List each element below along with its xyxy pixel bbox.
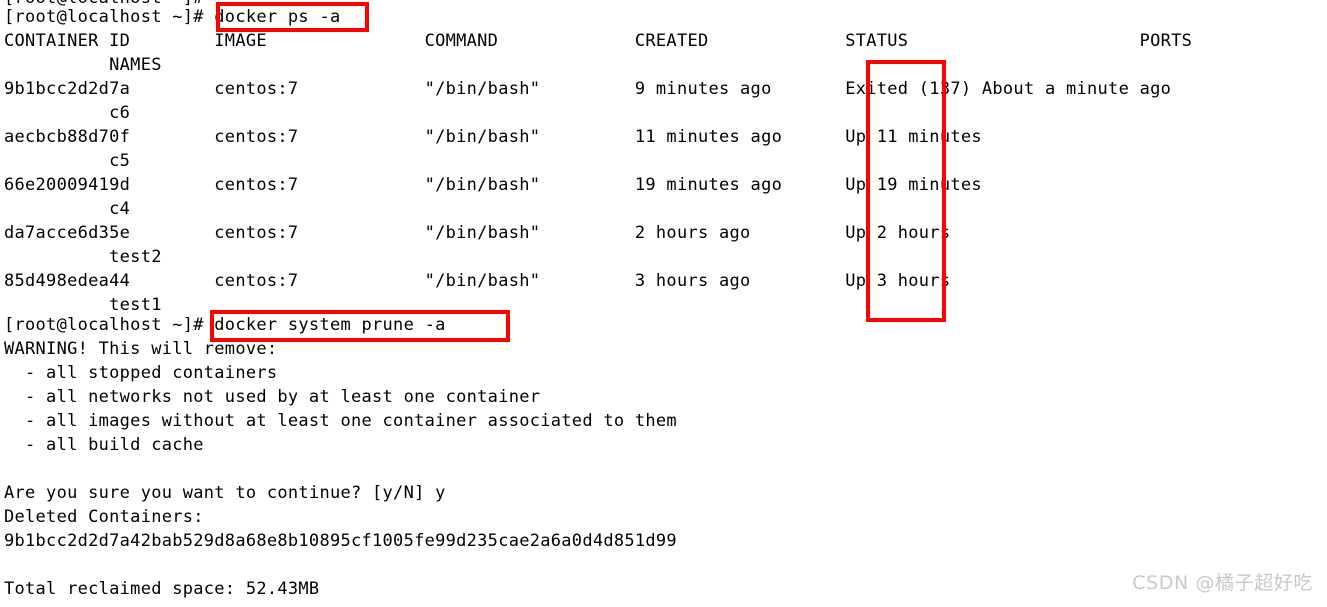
total-reclaimed-space: Total reclaimed space: 52.43MB [4, 579, 320, 599]
table-row: 66e20009419d centos:7 "/bin/bash" 19 min… [4, 175, 982, 195]
prune-warning-item: - all networks not used by at least one … [4, 387, 541, 407]
table-header-names: NAMES [4, 55, 162, 75]
table-row-names: c4 [4, 199, 131, 219]
terminal-line-prune-command: [root@localhost ~]# docker system prune … [4, 315, 446, 335]
prune-warning-item: - all images without at least one contai… [4, 411, 677, 431]
table-row: aecbcb88d70f centos:7 "/bin/bash" 11 min… [4, 127, 982, 147]
terminal-screen[interactable]: [root@localhost ~]# [root@localhost ~]# … [0, 0, 1327, 607]
csdn-watermark: CSDN @橘子超好吃 [1132, 572, 1313, 594]
table-header-row: CONTAINER ID IMAGE COMMAND CREATED STATU… [4, 31, 1193, 51]
prune-warning: WARNING! This will remove: [4, 339, 278, 359]
table-row-names: test2 [4, 247, 162, 267]
table-row-names: c5 [4, 151, 131, 171]
table-row-names: c6 [4, 103, 131, 123]
prune-warning-item: - all stopped containers [4, 363, 278, 383]
prune-warning-item: - all build cache [4, 435, 204, 455]
table-row: 85d498edea44 centos:7 "/bin/bash" 3 hour… [4, 271, 951, 291]
terminal-line-ps-command: [root@localhost ~]# docker ps -a [4, 7, 341, 27]
table-row: 9b1bcc2d2d7a centos:7 "/bin/bash" 9 minu… [4, 79, 1172, 99]
deleted-container-id: 9b1bcc2d2d7a42bab529d8a68e8b10895cf1005f… [4, 531, 677, 551]
deleted-containers-header: Deleted Containers: [4, 507, 204, 527]
table-row: da7acce6d35e centos:7 "/bin/bash" 2 hour… [4, 223, 951, 243]
prune-confirm-prompt: Are you sure you want to continue? [y/N]… [4, 483, 446, 503]
